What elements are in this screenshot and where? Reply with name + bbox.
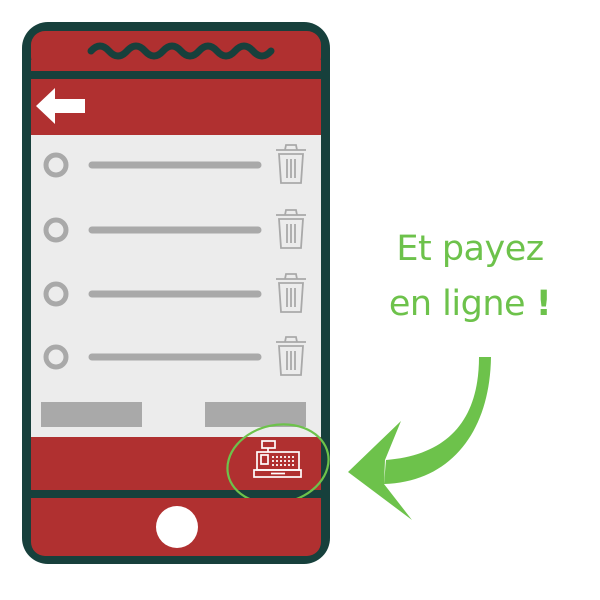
phone-bottom bbox=[31, 498, 321, 556]
caption-line-2-text: en ligne bbox=[388, 284, 536, 324]
left-action-button[interactable] bbox=[41, 402, 142, 427]
curved-arrow-icon bbox=[348, 357, 491, 520]
trash-icon[interactable] bbox=[276, 273, 306, 313]
list-background bbox=[31, 135, 321, 437]
right-action-button[interactable] bbox=[205, 402, 306, 427]
illustration: Et payez en ligne ! bbox=[0, 0, 600, 600]
trash-icon[interactable] bbox=[276, 336, 306, 376]
caption-line-2: en ligne ! bbox=[372, 287, 568, 322]
footer-bar bbox=[31, 437, 321, 490]
caption-line-1: Et payez bbox=[396, 229, 544, 269]
home-button[interactable] bbox=[156, 506, 198, 548]
trash-icon[interactable] bbox=[276, 144, 306, 184]
list-area bbox=[31, 135, 321, 437]
phone-top-bezel-fill bbox=[31, 60, 321, 71]
caption-exclamation: ! bbox=[535, 284, 552, 324]
app-header bbox=[31, 79, 321, 135]
trash-icon[interactable] bbox=[276, 209, 306, 249]
